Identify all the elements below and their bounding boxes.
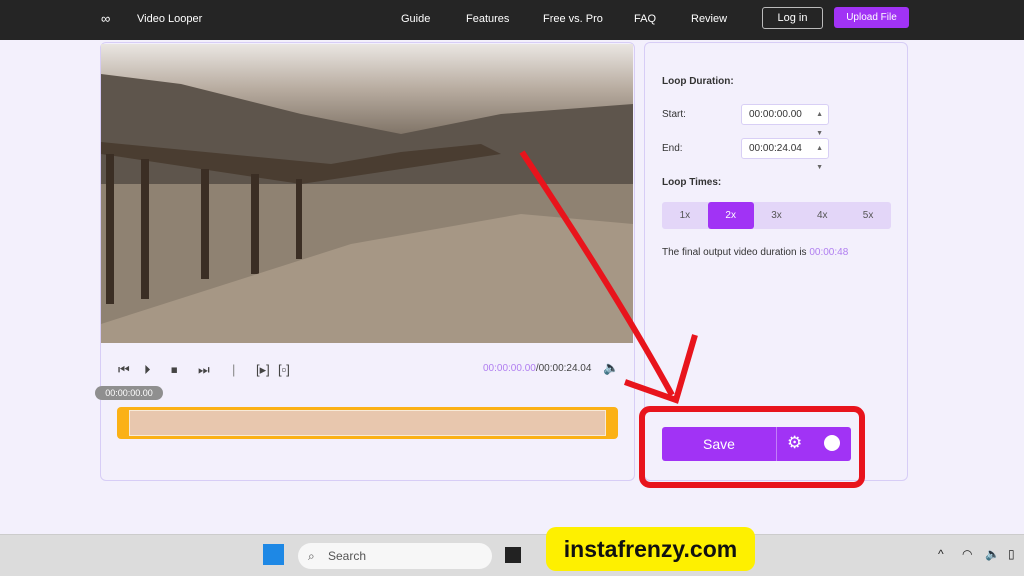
taskbar: ⌕ Search ^ ◠ 🔈 ▯ bbox=[0, 534, 1024, 576]
task-view-icon[interactable] bbox=[505, 547, 521, 563]
taskbar-search[interactable]: ⌕ Search bbox=[298, 543, 492, 569]
watermark: instafrenzy.com bbox=[546, 527, 755, 571]
annotation-arrow bbox=[519, 150, 675, 397]
annotation-box bbox=[639, 406, 865, 488]
annotation-overlay bbox=[519, 150, 865, 488]
wifi-icon[interactable]: ◠ bbox=[962, 547, 972, 561]
search-icon: ⌕ bbox=[308, 549, 315, 563]
search-placeholder: Search bbox=[328, 549, 367, 563]
chevron-up-icon[interactable]: ^ bbox=[938, 547, 944, 561]
battery-icon[interactable]: ▯ bbox=[1008, 547, 1015, 561]
volume-tray-icon[interactable]: 🔈 bbox=[985, 547, 1000, 561]
windows-start-icon[interactable] bbox=[263, 544, 284, 565]
